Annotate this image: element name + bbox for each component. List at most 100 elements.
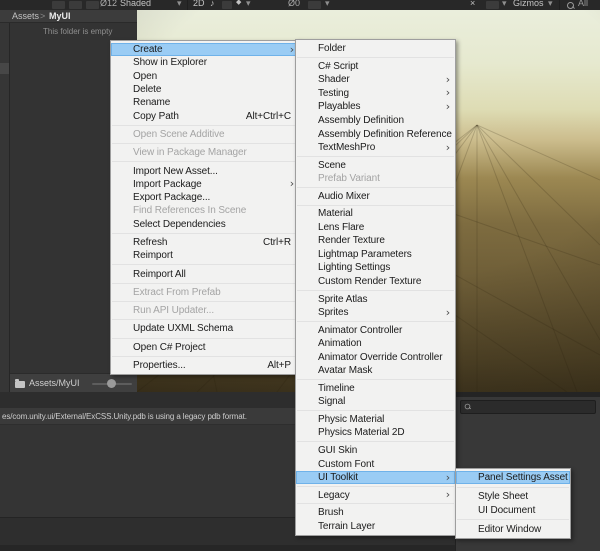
menu-item-textmeshpro[interactable]: TextMeshPro›: [296, 141, 455, 155]
menu-item-properties[interactable]: Properties...Alt+P: [111, 359, 299, 372]
menu-item-label: Extract From Prefab: [133, 287, 221, 298]
menu-item-folder[interactable]: Folder: [296, 42, 455, 56]
left-panel-edge: [0, 22, 10, 392]
menu-item-render-texture[interactable]: Render Texture: [296, 234, 455, 248]
menu-item-reimport[interactable]: Reimport: [111, 249, 299, 262]
menu-item-view-in-package-manager: View in Package Manager: [111, 146, 299, 159]
shaded-dropdown[interactable]: Shaded: [120, 0, 151, 10]
menu-item-style-sheet[interactable]: Style Sheet: [456, 490, 570, 503]
menu-item-animator-controller[interactable]: Animator Controller: [296, 323, 455, 337]
menu-item-label: Folder: [318, 43, 346, 54]
menu-item-label: Style Sheet: [478, 491, 528, 502]
menu-item-shortcut: Alt+Ctrl+C: [236, 111, 291, 122]
menu-item-custom-render-texture[interactable]: Custom Render Texture: [296, 275, 455, 289]
menu-item-export-package[interactable]: Export Package...: [111, 191, 299, 204]
menu-item-c-script[interactable]: C# Script: [296, 60, 455, 74]
gizmos-dropdown[interactable]: Gizmos: [513, 0, 544, 10]
menu-item-label: Animation: [318, 338, 362, 349]
chevron-down-icon: ▾: [502, 0, 507, 10]
menu-item-lens-flare[interactable]: Lens Flare: [296, 221, 455, 235]
effects-dropdown-icon[interactable]: ◆: [236, 0, 241, 10]
menu-item-animation[interactable]: Animation: [296, 337, 455, 351]
chevron-down-icon: ▾: [246, 0, 251, 10]
menu-item-show-in-explorer[interactable]: Show in Explorer: [111, 56, 299, 69]
menu-item-label: Export Package...: [133, 192, 210, 203]
menu-item-select-dependencies[interactable]: Select Dependencies: [111, 218, 299, 231]
menu-item-gui-skin[interactable]: GUI Skin: [296, 444, 455, 458]
menu-item-animator-override-controller[interactable]: Animator Override Controller: [296, 350, 455, 364]
panel-search-input[interactable]: [460, 400, 596, 414]
menu-item-physics-material-2d[interactable]: Physics Material 2D: [296, 426, 455, 440]
lighting-toggle-icon[interactable]: [222, 1, 232, 9]
menu-item-audio-mixer[interactable]: Audio Mixer: [296, 189, 455, 203]
breadcrumb-current[interactable]: MyUI: [49, 11, 71, 22]
unity-editor-window: Ø12 Shaded ▾ 2D ♪ ◆ ▾ Ø0 ▾ × ▾ Gizmos ▾ …: [0, 0, 600, 551]
menu-item-copy-path[interactable]: Copy Path Alt+Ctrl+C: [111, 109, 299, 122]
toolbar-divider: [187, 0, 188, 10]
menu-item-shader[interactable]: Shader›: [296, 73, 455, 87]
menu-item-label: Lightmap Parameters: [318, 249, 412, 260]
menu-separator: [112, 264, 298, 265]
audio-toggle-icon[interactable]: ♪: [210, 0, 215, 10]
breadcrumb-root[interactable]: Assets: [12, 11, 39, 22]
menu-item-label: View in Package Manager: [133, 147, 247, 158]
menu-item-terrain-layer[interactable]: Terrain Layer: [296, 520, 455, 534]
menu-item-update-uxml-schema[interactable]: Update UXML Schema: [111, 322, 299, 335]
menu-item-timeline[interactable]: Timeline: [296, 382, 455, 396]
menu-item-label: Shader: [318, 74, 350, 85]
menu-item-ui-document[interactable]: UI Document: [456, 504, 570, 517]
panel-top-strip: [456, 392, 600, 397]
menu-item-lighting-settings[interactable]: Lighting Settings: [296, 261, 455, 275]
menu-item-panel-settings-asset[interactable]: Panel Settings Asset: [456, 471, 570, 484]
menu-item-label: Animator Controller: [318, 325, 402, 336]
menu-item-avatar-mask[interactable]: Avatar Mask: [296, 364, 455, 378]
menu-item-label: Rename: [133, 97, 170, 108]
menu-item-physic-material[interactable]: Physic Material: [296, 413, 455, 427]
camera-icon[interactable]: [486, 1, 499, 9]
menu-item-sprite-atlas[interactable]: Sprite Atlas: [296, 292, 455, 306]
menu-item-label: UI Document: [478, 505, 535, 516]
menu-item-import-package[interactable]: Import Package›: [111, 178, 299, 191]
menu-item-prefab-variant: Prefab Variant: [296, 172, 455, 186]
menu-separator: [297, 290, 454, 291]
menu-item-label: Import New Asset...: [133, 166, 218, 177]
resize-gripper[interactable]: [0, 63, 9, 74]
breadcrumb: Assets > MyUI: [0, 10, 137, 23]
menu-item-signal[interactable]: Signal: [296, 395, 455, 409]
tool-icon[interactable]: [69, 1, 82, 9]
menu-item-label: Material: [318, 208, 353, 219]
menu-item-legacy[interactable]: Legacy›: [296, 488, 455, 502]
menu-item-rename[interactable]: Rename: [111, 96, 299, 109]
menu-item-ui-toolkit[interactable]: UI Toolkit›: [296, 471, 455, 485]
menu-item-playables[interactable]: Playables›: [296, 100, 455, 114]
menu-item-editor-window[interactable]: Editor Window: [456, 523, 570, 536]
menu-item-assembly-definition[interactable]: Assembly Definition: [296, 114, 455, 128]
tool-icon[interactable]: [86, 1, 99, 9]
menu-item-open[interactable]: Open: [111, 70, 299, 83]
2d-toggle[interactable]: 2D: [193, 0, 205, 10]
menu-item-label: Copy Path: [133, 111, 179, 122]
menu-item-reimport-all[interactable]: Reimport All: [111, 267, 299, 280]
menu-item-create[interactable]: Create›: [111, 43, 299, 56]
menu-item-delete[interactable]: Delete: [111, 83, 299, 96]
menu-item-label: Avatar Mask: [318, 365, 372, 376]
menu-item-scene[interactable]: Scene: [296, 158, 455, 172]
menu-item-brush[interactable]: Brush: [296, 506, 455, 520]
menu-item-custom-font[interactable]: Custom Font: [296, 457, 455, 471]
menu-item-material[interactable]: Material: [296, 207, 455, 221]
menu-item-testing[interactable]: Testing›: [296, 87, 455, 101]
menu-item-sprites[interactable]: Sprites›: [296, 306, 455, 320]
menu-item-refresh[interactable]: RefreshCtrl+R: [111, 236, 299, 249]
menu-item-open-c-project[interactable]: Open C# Project: [111, 341, 299, 354]
menu-separator: [112, 301, 298, 302]
menu-item-assembly-definition-reference[interactable]: Assembly Definition Reference: [296, 127, 455, 141]
menu-item-lightmap-parameters[interactable]: Lightmap Parameters: [296, 248, 455, 262]
tool-icon[interactable]: [52, 1, 65, 9]
zoom-slider-handle[interactable]: [107, 379, 116, 388]
close-icon[interactable]: ×: [470, 0, 475, 10]
scene-search-input[interactable]: All: [578, 0, 588, 10]
submenu-arrow-icon: ›: [290, 44, 294, 55]
tool-icon[interactable]: [308, 1, 321, 9]
menu-item-label: Lighting Settings: [318, 262, 390, 273]
menu-item-import-new-asset[interactable]: Import New Asset...: [111, 164, 299, 177]
